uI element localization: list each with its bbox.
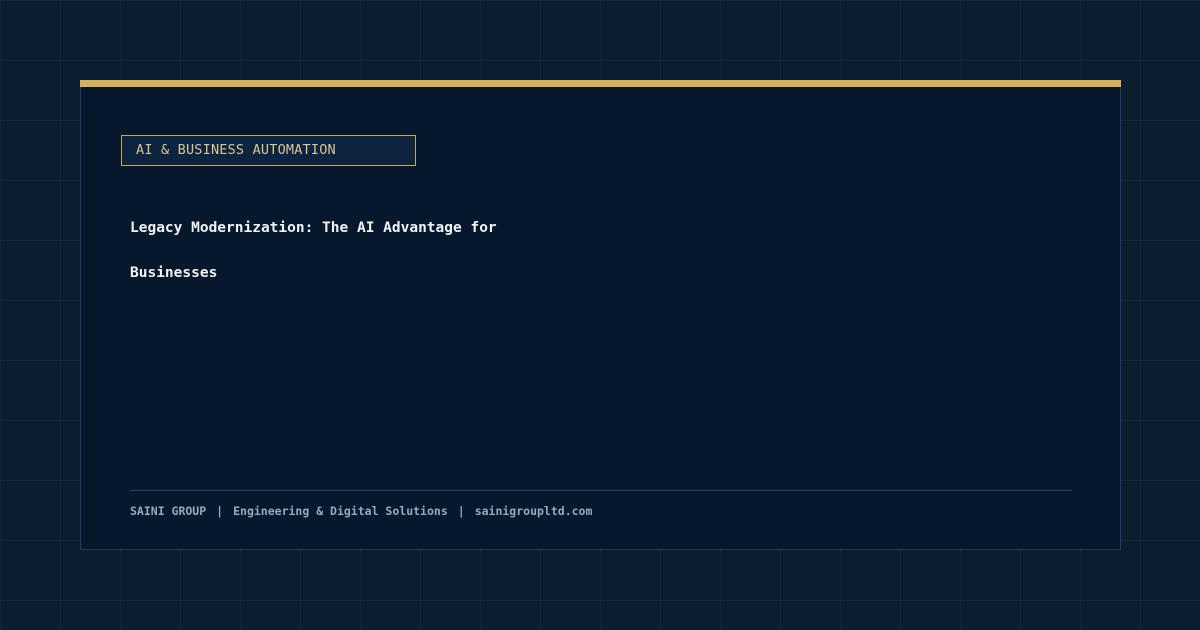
share-image: { "card": { "category": "AI & BUSINESS A… [0,0,1200,630]
footer-separator: | [216,504,224,518]
article-card: AI & BUSINESS AUTOMATION Legacy Moderniz… [80,80,1121,550]
accent-bar [80,80,1121,87]
footer-tagline: Engineering & Digital Solutions [233,504,448,518]
article-headline: Legacy Modernization: The AI Advantage f… [130,220,497,281]
category-tag: AI & BUSINESS AUTOMATION [121,135,416,166]
footer-company: SAINI GROUP [130,504,207,518]
footer-bar: SAINI GROUP | Engineering & Digital Soluti… [130,504,592,518]
footer-website: sainigroupltd.com [474,504,593,518]
footer-divider [130,490,1072,491]
footer-separator: | [457,504,465,518]
